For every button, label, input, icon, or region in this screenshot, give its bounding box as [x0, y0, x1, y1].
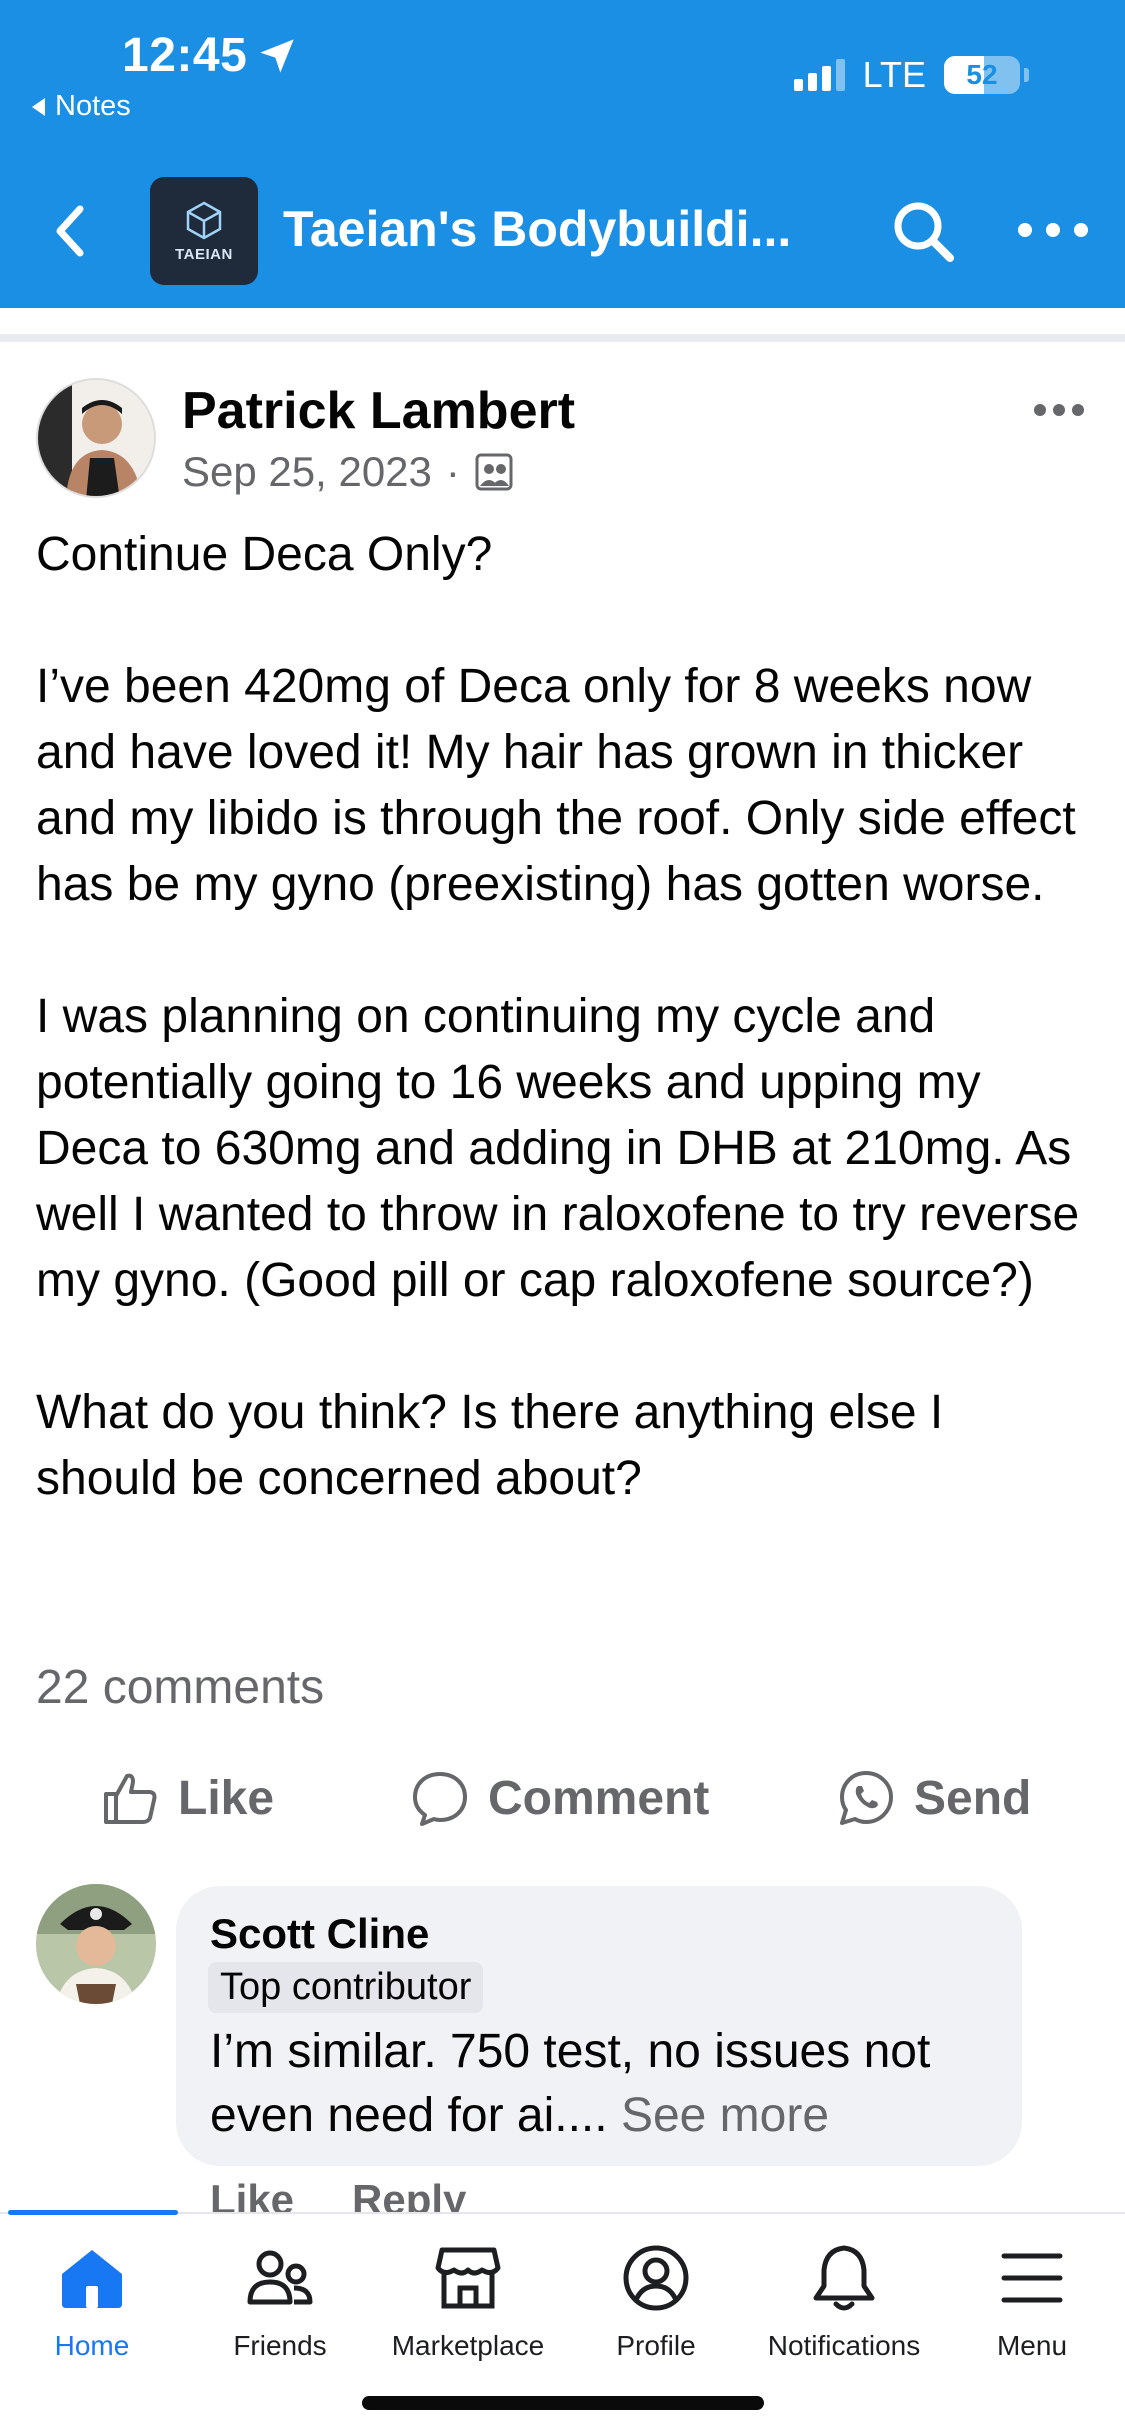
battery-level: 52	[966, 59, 998, 90]
menu-icon	[1001, 2253, 1063, 2303]
tab-menu-label: Menu	[996, 2330, 1068, 2361]
comment-actions: Like Reply	[210, 2176, 466, 2214]
comment-label: Comment	[488, 1771, 710, 1825]
profile-icon	[623, 2245, 689, 2311]
marketplace-icon	[435, 2247, 501, 2309]
comment-reply-button[interactable]: Reply	[352, 2176, 466, 2214]
tab-marketplace[interactable]: Marketplace	[374, 2242, 562, 2362]
back-to-app-link[interactable]: Notes	[32, 90, 131, 123]
thumbs-up-icon	[104, 1773, 157, 1824]
group-logo-text: TAEIAN	[175, 245, 233, 263]
like-label: Like	[178, 1771, 275, 1825]
commenter-avatar[interactable]	[36, 1884, 156, 2004]
post-body: Continue Deca Only? I’ve been 420mg of D…	[36, 522, 1096, 1512]
back-app-label: Notes	[55, 90, 131, 122]
comment-bubble: Scott Cline Top contributor I’m similar.…	[176, 1886, 1022, 2166]
commenter-photo	[36, 1884, 156, 2004]
comment-like-button[interactable]: Like	[210, 2176, 294, 2214]
tab-menu[interactable]: Menu	[938, 2242, 1125, 2362]
tab-home[interactable]: Home	[0, 2242, 186, 2362]
post-paragraph: I’ve been 420mg of Deca only for 8 weeks…	[36, 660, 1076, 911]
location-arrow-icon	[260, 38, 294, 73]
cube-logo-icon	[186, 201, 222, 239]
post-paragraph: Continue Deca Only?	[36, 528, 493, 581]
home-icon	[62, 2250, 122, 2308]
active-tab-indicator	[8, 2210, 178, 2215]
post-meta: Sep 25, 2023 ·	[182, 448, 514, 496]
author-avatar[interactable]	[36, 378, 156, 498]
group-avatar[interactable]: TAEIAN	[150, 177, 258, 285]
comments-count[interactable]: 22 comments	[36, 1660, 324, 1715]
send-button[interactable]: Send	[836, 1768, 1031, 1828]
tab-marketplace-label: Marketplace	[391, 2330, 545, 2361]
status-time: 12:45	[122, 28, 297, 83]
tab-notifications[interactable]: Notifications	[750, 2242, 938, 2362]
commenter-name[interactable]: Scott Cline	[210, 1910, 429, 1958]
signal-icon	[793, 59, 845, 91]
comment-text: I’m similar. 750 test, no issues not eve…	[210, 2020, 1000, 2148]
more-options-icon[interactable]	[1018, 212, 1088, 248]
see-more-link[interactable]: See more	[621, 2089, 829, 2142]
tab-profile-label: Profile	[616, 2330, 696, 2361]
post-paragraph: What do you think? Is there anything els…	[36, 1386, 944, 1505]
meta-dot: ·	[445, 448, 460, 495]
post-more-icon[interactable]	[1034, 404, 1084, 418]
post-date[interactable]: Sep 25, 2023	[182, 448, 432, 496]
whatsapp-icon	[840, 1771, 893, 1825]
back-triangle-icon	[32, 97, 45, 116]
tab-profile[interactable]: Profile	[562, 2242, 750, 2362]
home-indicator[interactable]	[362, 2396, 764, 2410]
friends-icon	[247, 2250, 313, 2305]
status-indicators: LTE 52	[793, 54, 1029, 96]
app-header: 12:45 Notes LTE 52 TAEIAN Taeian's Bodyb…	[0, 0, 1125, 308]
like-button[interactable]: Like	[100, 1768, 274, 1828]
group-title[interactable]: Taeian's Bodybuildi...	[283, 200, 791, 258]
tab-friends[interactable]: Friends	[186, 2242, 374, 2362]
post-paragraph: I was planning on continuing my cycle an…	[36, 990, 1080, 1307]
post-author-name[interactable]: Patrick Lambert	[182, 381, 575, 441]
status-time-text: 12:45	[122, 29, 248, 82]
comment-button[interactable]: Comment	[410, 1768, 709, 1828]
tab-home-label: Home	[54, 2330, 130, 2361]
search-icon[interactable]	[890, 198, 956, 264]
tab-friends-label: Friends	[233, 2330, 327, 2361]
avatar-photo	[38, 380, 154, 496]
send-label: Send	[914, 1771, 1032, 1825]
network-label: LTE	[862, 54, 926, 95]
tab-notifications-label: Notifications	[767, 2330, 921, 2361]
battery-icon: 52	[944, 56, 1020, 94]
back-arrow-icon[interactable]	[50, 203, 90, 259]
comment-bubble-icon	[413, 1772, 467, 1826]
top-contributor-badge: Top contributor	[208, 1962, 484, 2013]
divider	[0, 334, 1125, 342]
bell-icon	[813, 2245, 875, 2311]
post-actions: Like Comment Send	[0, 1768, 1125, 1838]
group-audience-icon	[475, 453, 513, 491]
